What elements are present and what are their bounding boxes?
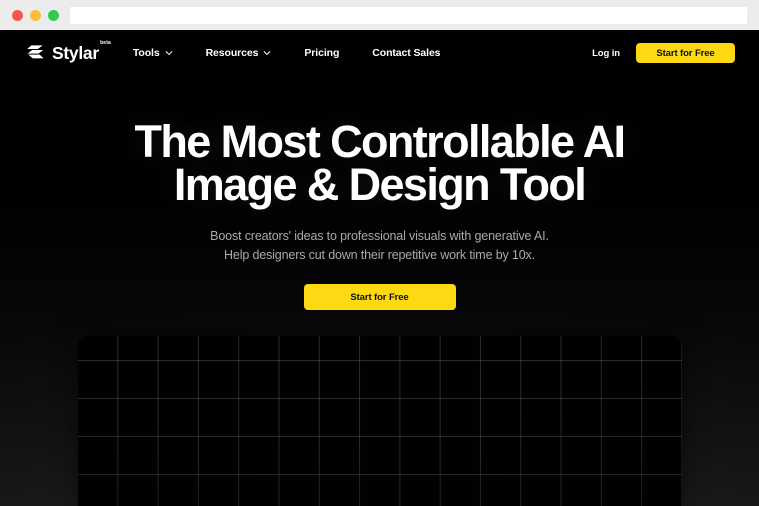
close-window-button[interactable]	[12, 9, 23, 21]
page-viewport: Stylar beta Tools Resources Pricing Cont…	[0, 30, 759, 506]
app-root: Stylar beta Tools Resources Pricing Cont…	[0, 0, 759, 506]
login-link[interactable]: Log in	[592, 48, 620, 59]
hero-title: The Most Controllable AI Image & Design …	[0, 119, 759, 210]
address-bar-input[interactable]	[70, 7, 747, 24]
window-controls	[0, 9, 59, 21]
brand-text: Stylar beta	[52, 40, 111, 65]
beta-badge: beta	[100, 40, 111, 46]
hero-title-line-2: Image & Design Tool	[173, 159, 587, 210]
hero-start-for-free-button[interactable]: Start for Free	[303, 284, 456, 310]
brand-name: Stylar	[52, 43, 99, 63]
site-navbar: Stylar beta Tools Resources Pricing Cont…	[0, 30, 759, 76]
navbar-start-for-free-button[interactable]: Start for Free	[636, 43, 735, 63]
nav-actions: Log in Start for Free	[592, 43, 735, 63]
nav-item-tools[interactable]: Tools	[133, 41, 173, 65]
nav-item-label: Pricing	[304, 47, 340, 59]
brand-logo[interactable]: Stylar beta	[26, 40, 111, 65]
nav-item-label: Tools	[132, 47, 160, 59]
grid-lines	[78, 336, 682, 506]
nav-links: Tools Resources Pricing Contact Sales	[133, 41, 441, 65]
hero-subtitle-line-2: Help designers cut down their repetitive…	[224, 247, 535, 262]
nav-item-pricing[interactable]: Pricing	[304, 41, 339, 65]
browser-chrome	[0, 0, 759, 30]
hero-section: The Most Controllable AI Image & Design …	[0, 76, 759, 310]
minimize-window-button[interactable]	[30, 9, 41, 21]
chevron-down-icon	[165, 51, 173, 56]
stylar-s-logo-icon	[27, 45, 44, 59]
chevron-down-icon	[263, 51, 271, 56]
nav-item-label: Resources	[205, 47, 259, 59]
nav-item-resources[interactable]: Resources	[206, 41, 272, 65]
hero-subtitle: Boost creators' ideas to professional vi…	[0, 227, 759, 264]
grid-canvas-preview[interactable]	[78, 336, 682, 506]
hero-subtitle-line-1: Boost creators' ideas to professional vi…	[210, 229, 549, 243]
nav-item-contact-sales[interactable]: Contact Sales	[372, 41, 440, 65]
nav-item-label: Contact Sales	[372, 47, 441, 59]
maximize-window-button[interactable]	[48, 9, 59, 21]
